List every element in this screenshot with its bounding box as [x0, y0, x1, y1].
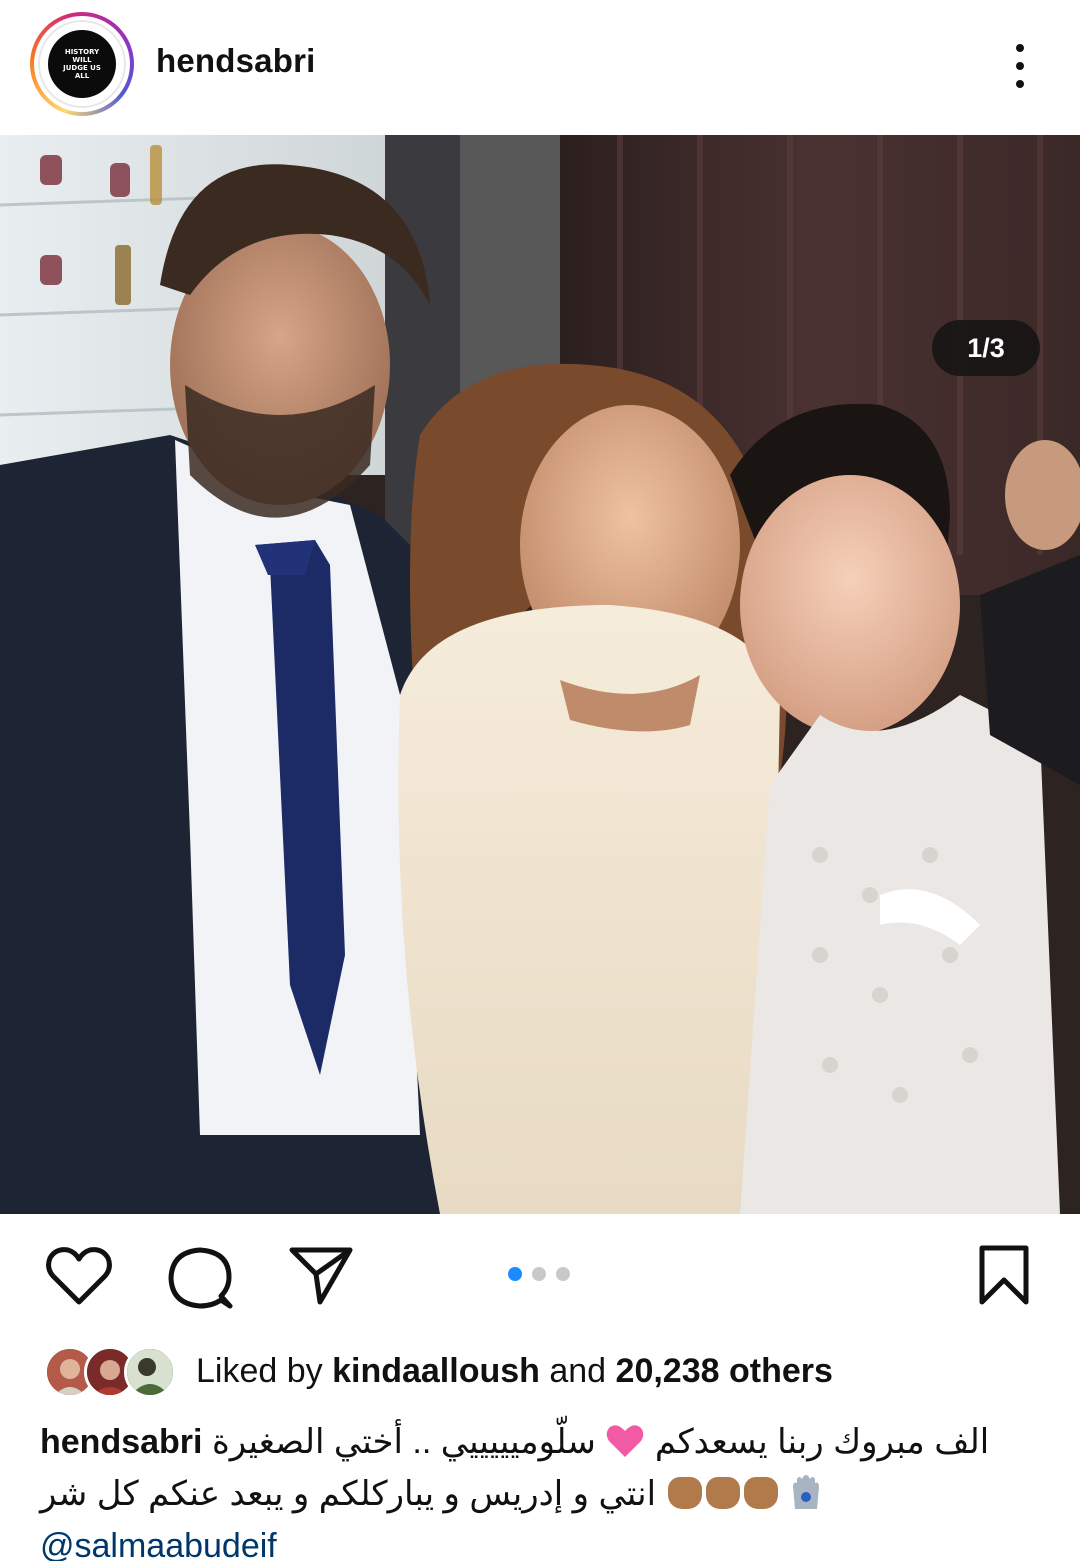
palms-up-emoji-icon [705, 1477, 740, 1509]
palms-up-emoji-icon [743, 1477, 778, 1509]
palms-up-emoji-icon [667, 1477, 702, 1509]
hamsa-emoji-icon [792, 1475, 819, 1509]
carousel-dot-3 [556, 1267, 570, 1281]
caption-text-b: الف مبروك ربنا يسعدكم [654, 1423, 990, 1461]
image-counter: 1/3 [932, 320, 1040, 376]
liker-username[interactable]: kindaalloush [332, 1352, 540, 1390]
avatar-text: HISTORY WILL JUDGE US ALL [63, 48, 101, 80]
avatar[interactable]: HISTORY WILL JUDGE US ALL [38, 20, 126, 108]
carousel-dot-1 [508, 1267, 522, 1281]
pink-heart-emoji-icon [607, 1425, 644, 1457]
caption-username[interactable]: hendsabri [40, 1423, 202, 1461]
likes-count[interactable]: 20,238 others [616, 1352, 833, 1390]
caption-line-2: انتي و إدريس و يباركلكم و يبعد عنكم كل ش… [40, 1475, 657, 1513]
bookmark-outline-icon[interactable] [976, 1244, 1032, 1306]
profile-avatar-ring[interactable]: HISTORY WILL JUDGE US ALL [30, 12, 134, 116]
heart-outline-icon[interactable] [44, 1244, 114, 1308]
post-photo-image [0, 135, 1080, 1214]
carousel-dot-2 [532, 1267, 546, 1281]
likes-row[interactable]: Liked by kindaalloush and 20,238 others [44, 1344, 1044, 1400]
username[interactable]: hendsabri [156, 42, 316, 80]
paper-plane-icon[interactable] [288, 1244, 354, 1306]
liker-avatar [124, 1346, 176, 1398]
mention-link[interactable]: @salmaabudeif [40, 1520, 277, 1561]
caption-text-a: سلّوميييييي .. أختي الصغيرة [211, 1423, 596, 1461]
carousel-dots [508, 1267, 570, 1281]
likes-summary[interactable]: Liked by kindaalloush and 20,238 others [196, 1352, 833, 1391]
post-header: HISTORY WILL JUDGE US ALL hendsabri [0, 0, 1080, 135]
comment-bubble-icon[interactable] [166, 1244, 234, 1312]
post-photo[interactable]: 1/3 [0, 135, 1080, 1214]
more-options-icon[interactable] [1000, 38, 1040, 94]
